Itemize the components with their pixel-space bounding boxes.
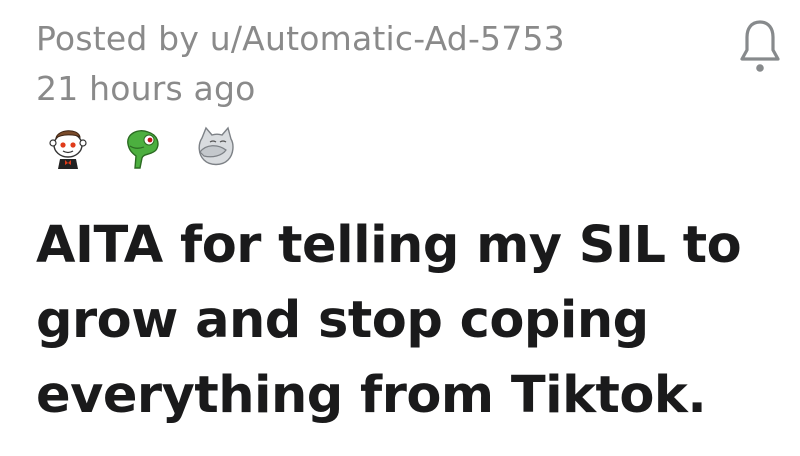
posted-by-text[interactable]: Posted by u/Automatic-Ad-5753 <box>36 14 565 64</box>
wholesome-award-icon[interactable] <box>44 122 92 174</box>
facepalm-award-icon[interactable] <box>192 122 240 174</box>
dinosaur-award-icon[interactable] <box>118 122 166 174</box>
post-meta: Posted by u/Automatic-Ad-5753 21 hours a… <box>36 14 565 114</box>
post-title[interactable]: AITA for telling my SIL to grow and stop… <box>36 208 776 433</box>
post-card: Posted by u/Automatic-Ad-5753 21 hours a… <box>0 0 800 456</box>
post-title-line: grow and stop coping <box>36 291 649 350</box>
post-title-line: everything from Tiktok. <box>36 366 707 425</box>
post-age: 21 hours ago <box>36 69 256 108</box>
post-title-line: AITA for telling my SIL to <box>36 216 742 275</box>
awards-row <box>44 118 240 178</box>
bell-icon[interactable] <box>738 10 782 76</box>
